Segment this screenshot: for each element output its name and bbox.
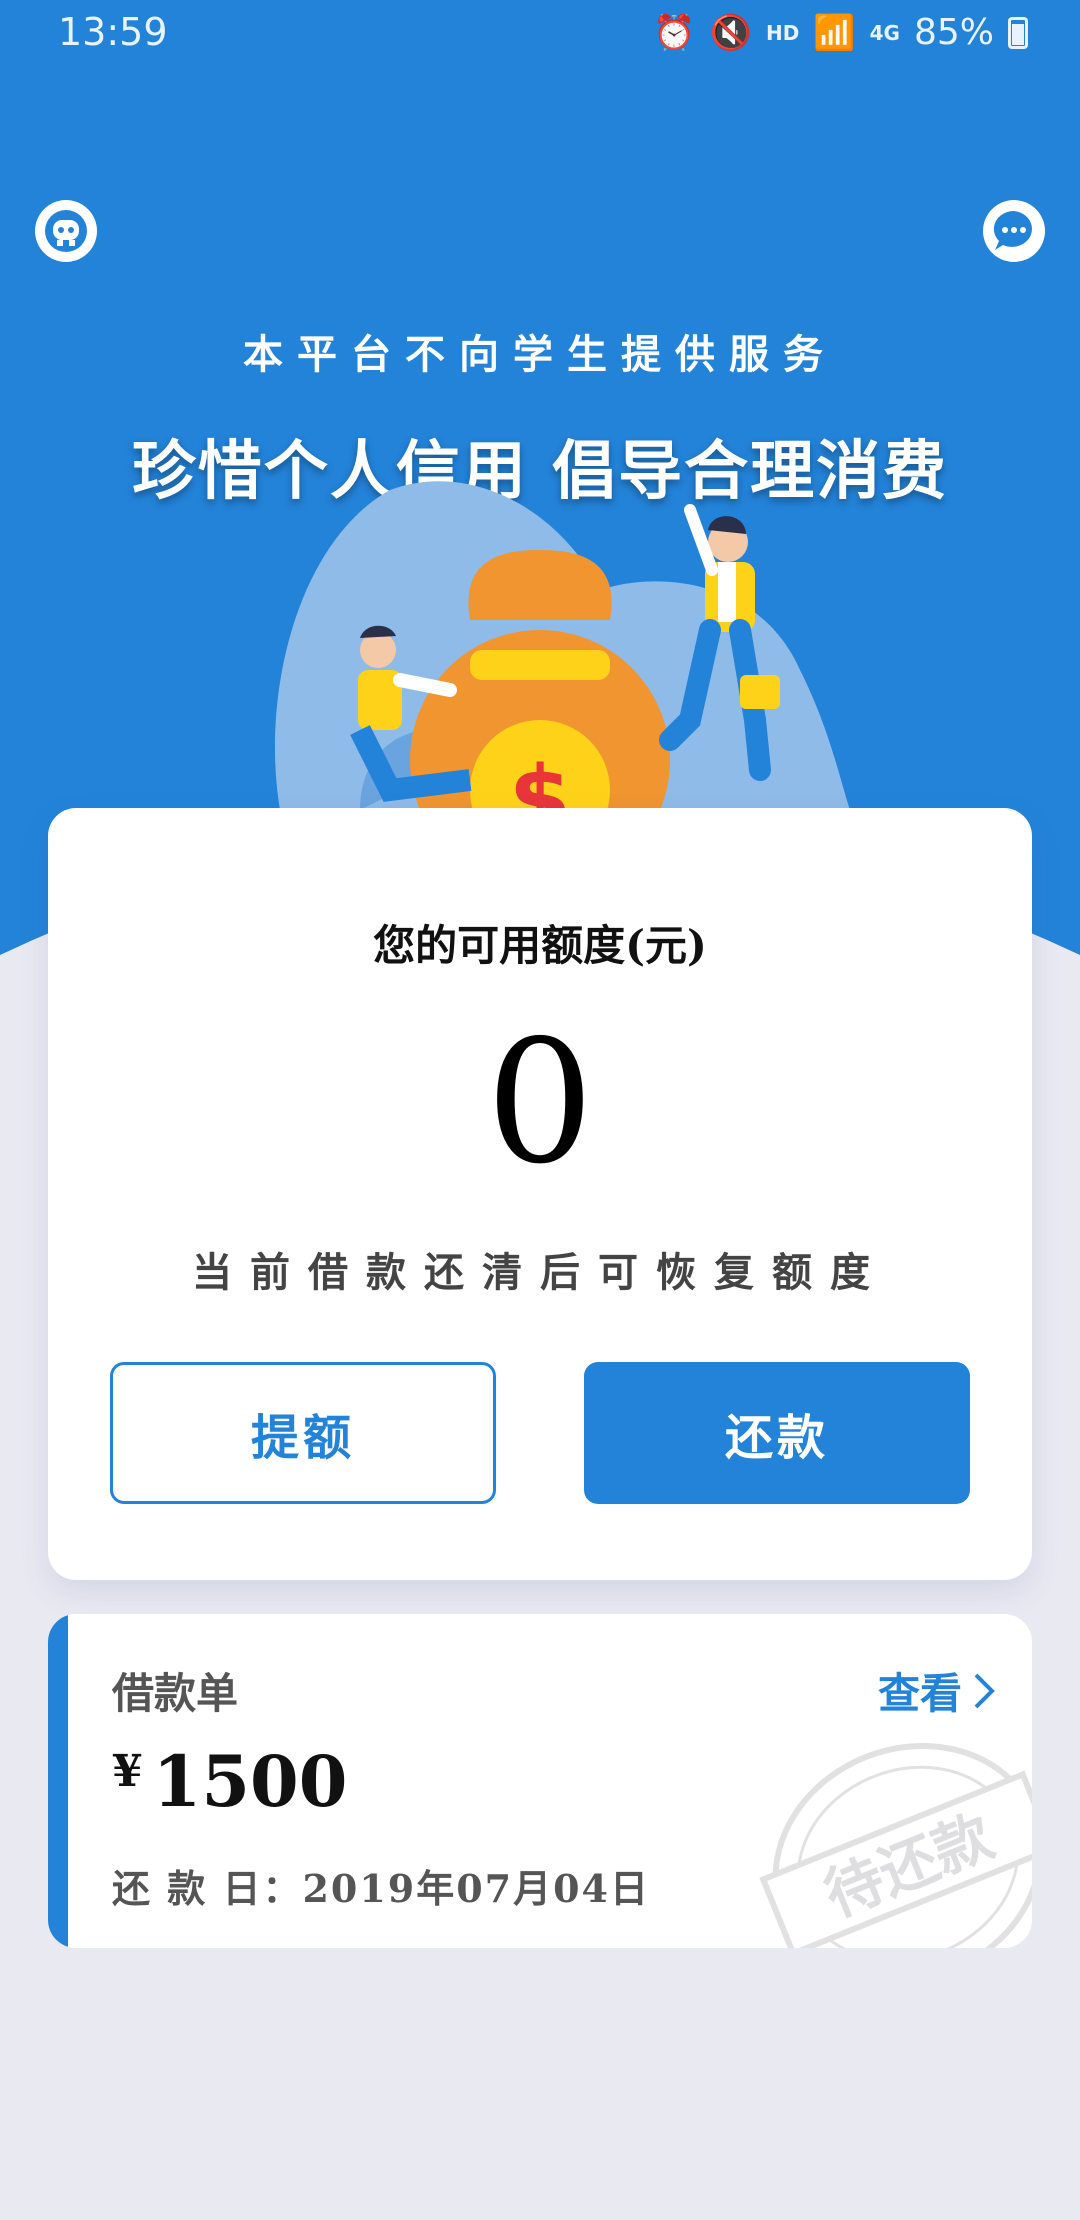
available-credit-label: 您的可用额度(元)	[373, 921, 707, 970]
wifi-icon: 📶	[813, 12, 856, 53]
loan-amount: ¥1500	[112, 1740, 347, 1823]
pending-repayment-stamp: 待还款	[759, 1742, 1032, 1948]
loan-card-title: 借款单	[112, 1669, 239, 1718]
currency-symbol: ¥	[112, 1746, 143, 1797]
status-icons: ⏰ 🔇 HD 📶 4G 85%	[653, 12, 1028, 53]
status-time: 13:59	[58, 10, 168, 54]
credit-restore-hint: 当前借款还清后可恢复额度	[192, 1249, 888, 1296]
mute-icon: 🔇	[709, 12, 752, 53]
student-notice: 本平台不向学生提供服务	[243, 332, 837, 378]
raise-limit-button[interactable]: 提额	[110, 1362, 496, 1504]
robot-icon[interactable]	[35, 200, 97, 262]
chevron-right-icon	[974, 1673, 995, 1708]
svg-text:$: $	[509, 747, 572, 810]
money-bag-illustration: $	[274, 481, 850, 810]
loan-card-accent	[48, 1614, 68, 1948]
loan-card[interactable]: 借款单 查看 ¥1500 还 款 日：2019年07月04日 待还款	[48, 1614, 1032, 1948]
network-4g-label: 4G	[869, 20, 900, 45]
credit-card: 您的可用额度(元) 0 当前借款还清后可恢复额度 提额 还款	[48, 808, 1032, 1580]
available-credit-amount: 0	[485, 1004, 595, 1202]
hd-label: HD	[765, 20, 800, 45]
status-bar: 13:59 ⏰ 🔇 HD 📶 4G 85%	[0, 0, 1080, 70]
battery-percent: 85%	[913, 12, 994, 53]
repayment-date: 还 款 日：2019年07月04日	[112, 1866, 650, 1911]
chat-icon[interactable]	[983, 200, 1045, 262]
battery-icon	[1008, 16, 1028, 49]
loan-amount-value: 1500	[152, 1740, 348, 1823]
alarm-icon: ⏰	[653, 12, 696, 53]
view-loan-link[interactable]: 查看	[878, 1660, 996, 1721]
repay-button[interactable]: 还款	[584, 1362, 970, 1504]
view-loan-label: 查看	[877, 1669, 962, 1718]
